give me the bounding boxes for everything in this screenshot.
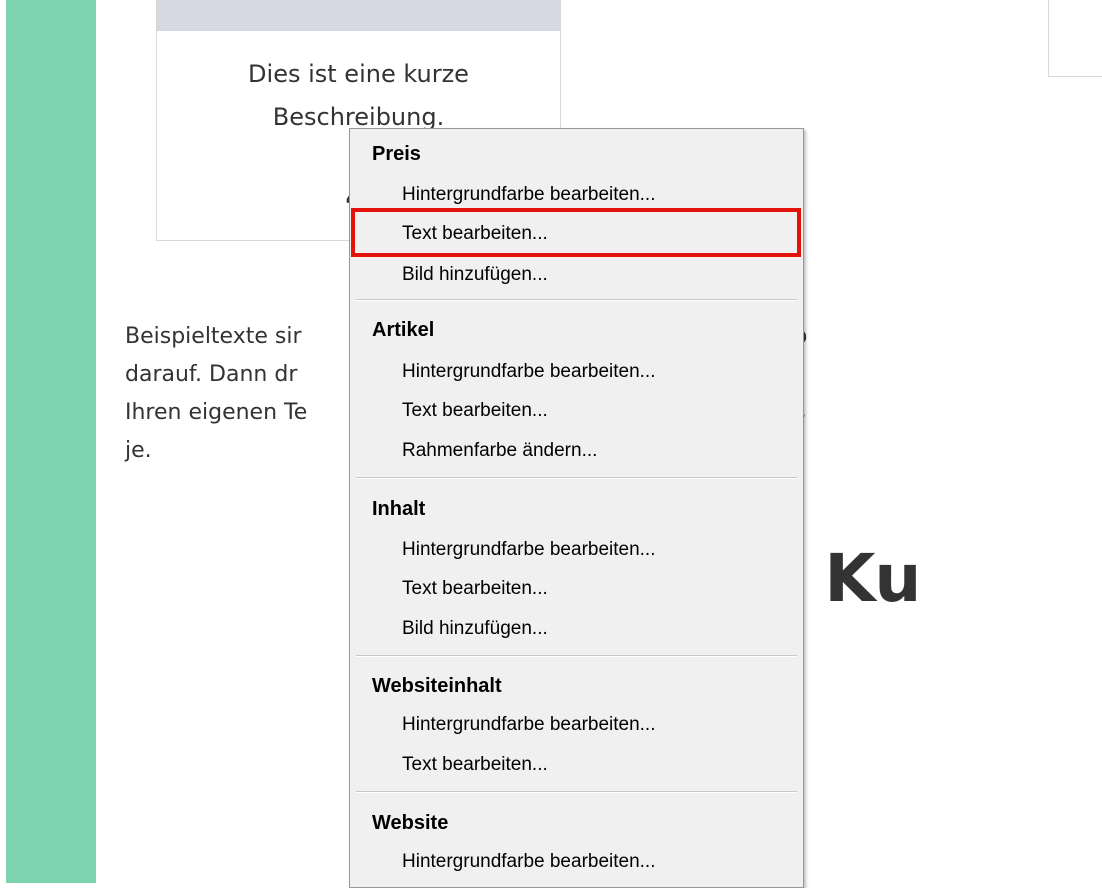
menu-item-inhalt-bild-hinzufuegen[interactable]: Bild hinzufügen... — [350, 610, 803, 648]
menu-item-artikel-rahmenfarbe[interactable]: Rahmenfarbe ändern... — [350, 432, 803, 470]
menu-section-title-preis: Preis — [372, 143, 421, 165]
menu-separator — [356, 299, 797, 301]
adjacent-card-corner — [1048, 0, 1102, 77]
menu-item-artikel-hintergrundfarbe[interactable]: Hintergrundfarbe bearbeiten... — [350, 353, 803, 391]
menu-section-title-artikel: Artikel — [372, 319, 435, 341]
card-description: Dies ist eine kurze Beschreibung. — [157, 53, 560, 139]
menu-item-websiteinhalt-text-bearbeiten[interactable]: Text bearbeiten... — [350, 746, 803, 784]
menu-section-title-inhalt: Inhalt — [372, 498, 426, 520]
menu-item-preis-text-bearbeiten[interactable]: Text bearbeiten... — [350, 215, 803, 253]
menu-item-artikel-text-bearbeiten[interactable]: Text bearbeiten... — [350, 392, 803, 430]
menu-separator — [356, 791, 797, 793]
menu-separator — [356, 477, 797, 479]
sidebar-accent-bar — [6, 0, 96, 883]
menu-section-title-websiteinhalt: Websiteinhalt — [372, 675, 502, 697]
menu-item-inhalt-hintergrundfarbe[interactable]: Hintergrundfarbe bearbeiten... — [350, 531, 803, 569]
menu-separator — [356, 655, 797, 657]
menu-item-website-hintergrundfarbe[interactable]: Hintergrundfarbe bearbeiten... — [350, 843, 803, 881]
menu-item-inhalt-text-bearbeiten[interactable]: Text bearbeiten... — [350, 570, 803, 608]
card-description-line: Dies ist eine kurze — [248, 60, 469, 88]
menu-item-websiteinhalt-hintergrundfarbe[interactable]: Hintergrundfarbe bearbeiten... — [350, 706, 803, 744]
context-menu: Preis Hintergrundfarbe bearbeiten... Tex… — [349, 128, 804, 888]
menu-item-preis-bild-hinzufuegen[interactable]: Bild hinzufügen... — [350, 256, 803, 294]
menu-section-title-website: Website — [372, 812, 449, 834]
menu-item-preis-hintergrundfarbe[interactable]: Hintergrundfarbe bearbeiten... — [350, 176, 803, 214]
card-image-area — [157, 1, 560, 31]
